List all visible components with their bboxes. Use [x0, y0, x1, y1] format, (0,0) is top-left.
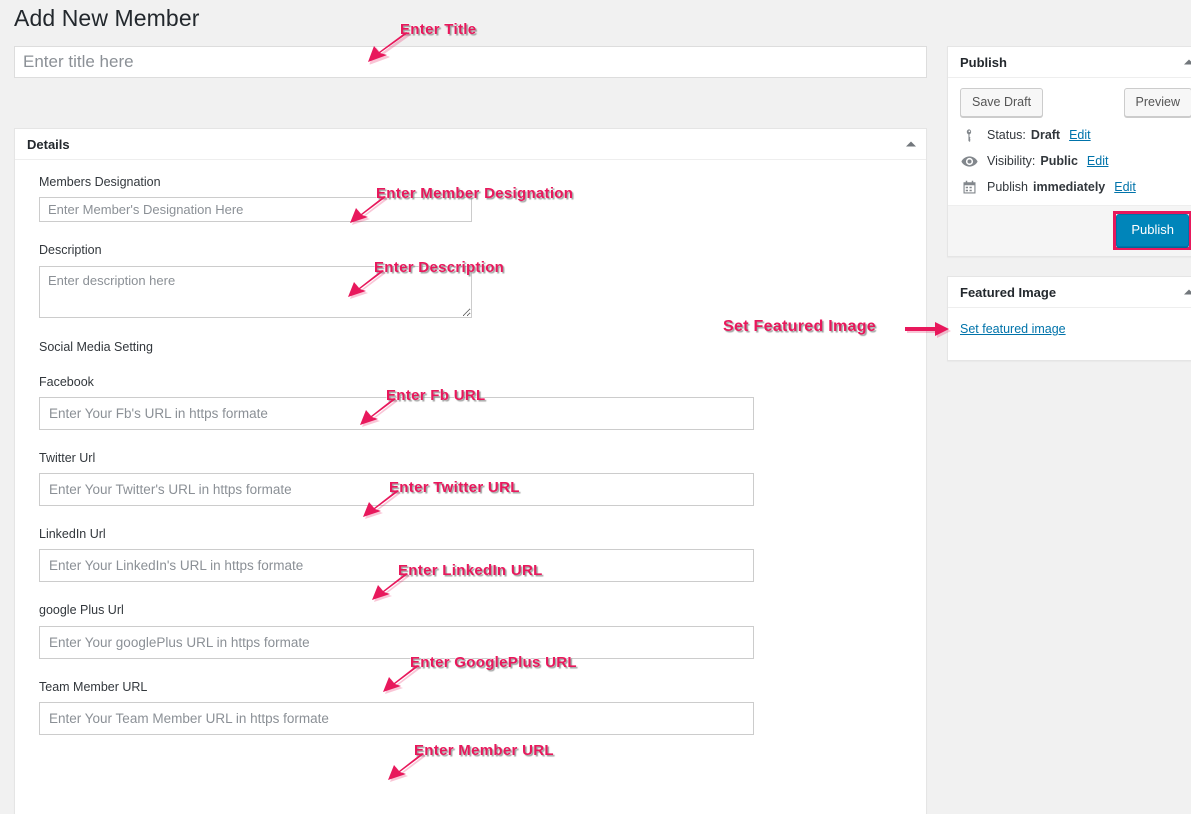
publish-button-highlight: Publish	[1113, 211, 1191, 251]
preview-button[interactable]: Preview	[1123, 88, 1191, 117]
visibility-value: Public	[1040, 154, 1078, 169]
status-value: Draft	[1030, 128, 1061, 143]
twitter-label: Twitter Url	[39, 450, 96, 465]
publish-metabox: Publish Save Draft Preview Status: Draft…	[947, 46, 1191, 257]
publish-button[interactable]: Publish	[1116, 214, 1189, 248]
post-schedule-row: Publish immediately Edit	[960, 180, 1191, 195]
draft-preview-row: Save Draft Preview	[960, 88, 1191, 117]
publish-panel-title: Publish	[960, 54, 1007, 70]
description-label: Description	[39, 243, 102, 258]
chevron-up-icon[interactable]	[1184, 289, 1191, 295]
team-member-url-label: Team Member URL	[39, 679, 148, 694]
page-title: Add New Member	[14, 5, 200, 31]
publish-actions: Save Draft Preview Status: Draft Edit Vi…	[948, 78, 1191, 205]
calendar-icon	[960, 180, 978, 195]
facebook-label: Facebook	[39, 374, 94, 389]
featured-image-header[interactable]: Featured Image	[948, 277, 1191, 308]
annotation-enter-title: Enter Title	[400, 21, 477, 39]
googleplus-url-input[interactable]	[39, 625, 754, 659]
schedule-value: immediately	[1033, 180, 1106, 195]
twitter-url-input[interactable]	[39, 473, 754, 506]
admin-page: Add New Member Details Members Designati…	[0, 0, 1191, 814]
members-designation-input[interactable]	[39, 197, 472, 223]
eye-icon	[960, 154, 978, 169]
social-media-setting-label: Social Media Setting	[39, 339, 153, 354]
linkedin-label: LinkedIn Url	[39, 527, 106, 541]
description-textarea[interactable]	[39, 265, 472, 318]
schedule-label: Publish	[987, 180, 1028, 195]
chevron-up-icon[interactable]	[906, 141, 916, 147]
key-icon	[960, 128, 978, 143]
edit-status-link[interactable]: Edit	[1069, 128, 1091, 142]
details-metabox: Details Members Designation Description …	[14, 128, 927, 814]
visibility-label: Visibility:	[987, 154, 1036, 169]
post-visibility-row: Visibility: Public Edit	[960, 154, 1191, 169]
publish-metabox-header[interactable]: Publish	[948, 47, 1191, 78]
featured-image-body: Set featured image	[948, 308, 1191, 360]
linkedin-url-input[interactable]	[39, 549, 754, 583]
publish-footer: Publish	[948, 204, 1191, 256]
details-metabox-header[interactable]: Details	[15, 129, 926, 160]
save-draft-button[interactable]: Save Draft	[960, 88, 1044, 117]
members-designation-label: Members Designation	[39, 175, 161, 189]
edit-schedule-link[interactable]: Edit	[1114, 180, 1136, 194]
edit-visibility-link[interactable]: Edit	[1087, 154, 1109, 168]
post-title-input[interactable]	[14, 46, 927, 78]
featured-image-panel-title: Featured Image	[960, 284, 1057, 300]
facebook-url-input[interactable]	[39, 396, 754, 430]
status-label: Status:	[987, 128, 1026, 143]
details-metabox-body: Members Designation Description Social M…	[15, 160, 926, 745]
team-member-url-input[interactable]	[39, 701, 754, 735]
details-panel-title: Details	[27, 136, 70, 152]
chevron-up-icon[interactable]	[1184, 59, 1191, 65]
set-featured-image-link[interactable]: Set featured image	[960, 322, 1066, 336]
googleplus-label: google Plus Url	[39, 603, 124, 618]
featured-image-metabox: Featured Image Set featured image	[947, 276, 1191, 361]
post-status-row: Status: Draft Edit	[960, 128, 1191, 143]
